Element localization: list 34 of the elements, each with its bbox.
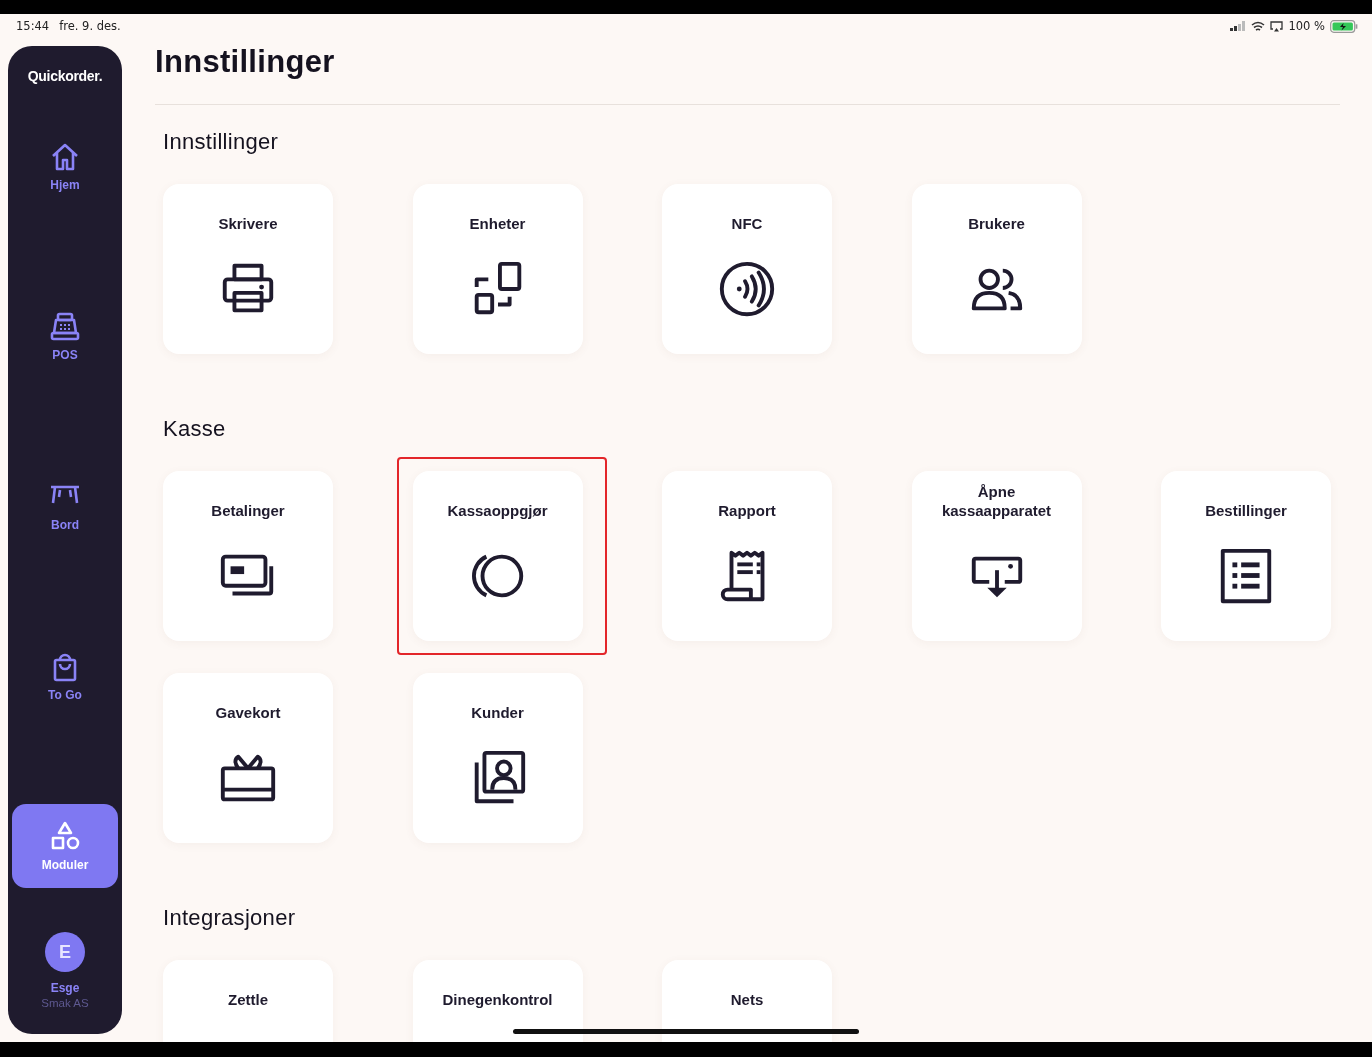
nav-item[interactable]: POS (12, 294, 118, 378)
settings-tile[interactable]: Gavekort (163, 673, 333, 843)
settings-tile[interactable]: Bestillinger (1161, 471, 1331, 641)
section-heading: Kasse (163, 415, 227, 443)
nav-item[interactable]: Bord (12, 464, 118, 548)
settings-tile[interactable]: NFC (662, 184, 832, 354)
battery-percent: 100 % (1288, 19, 1325, 33)
section-heading: Innstillinger (163, 128, 280, 156)
app-logo: Quickorder. (27, 68, 103, 84)
section-heading: Integrasjoner (163, 904, 297, 932)
status-time: 15:44 (16, 19, 50, 33)
nav-item[interactable]: Hjem (12, 124, 118, 208)
page-title: Innstillinger (155, 43, 336, 81)
settings-tile[interactable]: Rapport (662, 471, 832, 641)
settings-tile[interactable]: Brukere (911, 184, 1082, 354)
settings-tile[interactable]: Zettle (163, 960, 333, 1042)
settings-tile[interactable]: Dinegenkontrol (412, 960, 583, 1042)
settings-tile[interactable]: Skrivere (163, 184, 333, 354)
settings-tile[interactable]: Kassaoppgjør (412, 471, 583, 641)
settings-tile[interactable]: Kunder (412, 673, 583, 843)
nav-item[interactable]: Moduler (12, 804, 118, 888)
nav-item[interactable]: To Go (12, 634, 118, 718)
status-date: fre. 9. des. (59, 19, 121, 33)
battery-icon (1330, 19, 1358, 33)
company-name: Smak AS (41, 997, 89, 1009)
wifi-icon (1251, 20, 1266, 32)
settings-tile[interactable]: Åpne kassaapparatet (911, 471, 1082, 641)
screen-mirroring-icon (1270, 20, 1284, 32)
settings-tile[interactable]: Betalinger (163, 471, 333, 641)
user-name: Esge (50, 981, 80, 995)
settings-tile[interactable]: Enheter (412, 184, 583, 354)
settings-tile[interactable]: Nets (662, 960, 832, 1042)
cash-register-icon (49, 310, 81, 343)
signal-icon (1230, 21, 1247, 31)
